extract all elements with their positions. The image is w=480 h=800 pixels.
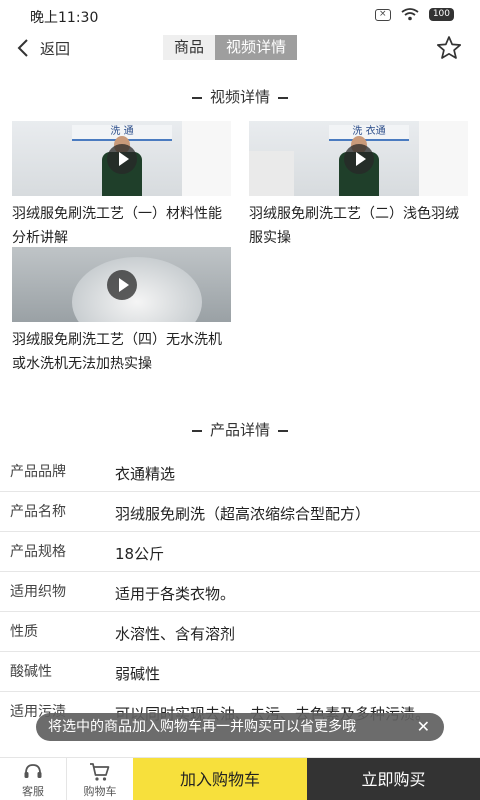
title-dash-left [191, 429, 202, 432]
shopping-cart-icon [90, 763, 110, 781]
play-icon[interactable] [343, 143, 374, 174]
thumb-shelf [419, 121, 468, 196]
video-title[interactable]: 羽绒服免刷洗工艺（四）无水洗机或水洗机无法加热实操 [12, 328, 232, 376]
back-button[interactable]: 返回 [14, 34, 70, 62]
wifi-icon [401, 8, 419, 21]
thumb-clothes [249, 151, 294, 196]
status-icons: × 100 [374, 8, 454, 21]
battery-icon: 100 [428, 8, 454, 21]
tab-video-details[interactable]: 视频详情 [215, 35, 298, 60]
cart-label: 购物车 [83, 785, 117, 798]
video-card[interactable]: 羽绒服免刷洗工艺（四）无水洗机或水洗机无法加热实操 [12, 247, 232, 376]
nav-bar: 返回 商品 视频详情 [0, 30, 480, 66]
bottom-action-bar: 客服 购物车 加入购物车 立即购买 [0, 757, 480, 800]
tab-product[interactable]: 商品 [163, 35, 216, 60]
product-section-header: 产品详情 [0, 419, 480, 440]
spec-row: 产品规格 18公斤 [0, 532, 480, 572]
video-card[interactable]: 洗 通 羽绒服免刷洗工艺（一）材料性能分析讲解 [12, 121, 232, 250]
add-to-cart-button[interactable]: 加入购物车 [133, 758, 307, 800]
spec-key: 产品品牌 [10, 464, 66, 480]
cart-tip-toast: 将选中的商品加入购物车再一并购买可以省更多哦 ✕ [36, 713, 444, 741]
video-thumbnail[interactable]: 洗 衣通 [249, 121, 468, 196]
video-section-title: 视频详情 [209, 88, 270, 106]
notification-icon: × [374, 8, 391, 21]
play-icon[interactable] [106, 143, 137, 174]
spec-key: 产品名称 [10, 504, 66, 520]
video-thumbnail[interactable] [12, 247, 231, 322]
cart-button[interactable]: 购物车 [67, 758, 133, 800]
status-bar: 晚上11:30 × 100 [0, 0, 480, 30]
customer-service-label: 客服 [22, 785, 44, 798]
video-section-header: 视频详情 [0, 86, 480, 107]
spec-row: 产品品牌 衣通精选 [0, 452, 480, 492]
video-card[interactable]: 洗 衣通 羽绒服免刷洗工艺（二）浅色羽绒服实操 [249, 121, 469, 250]
toast-text: 将选中的商品加入购物车再一并购买可以省更多哦 [48, 719, 356, 735]
spec-value: 羽绒服免刷洗（超高浓缩综合型配方） [115, 505, 371, 523]
customer-service-button[interactable]: 客服 [0, 758, 66, 800]
back-label: 返回 [40, 39, 71, 58]
title-dash-right [278, 96, 288, 99]
detail-tabs: 商品 视频详情 [163, 35, 298, 60]
video-title[interactable]: 羽绒服免刷洗工艺（一）材料性能分析讲解 [12, 202, 232, 250]
chevron-left-icon [17, 39, 28, 57]
spec-value: 水溶性、含有溶剂 [115, 625, 236, 643]
title-dash-right [278, 429, 288, 432]
spec-value: 衣通精选 [115, 465, 176, 483]
spec-row: 酸碱性 弱碱性 [0, 652, 480, 692]
spec-value: 弱碱性 [115, 665, 161, 683]
spec-row: 适用织物 适用于各类衣物。 [0, 572, 480, 612]
spec-value: 18公斤 [115, 545, 165, 563]
spec-row: 产品名称 羽绒服免刷洗（超高浓缩综合型配方） [0, 492, 480, 532]
favorite-star-icon[interactable] [436, 35, 462, 61]
thumb-shelf [182, 121, 231, 196]
product-spec-table: 产品品牌 衣通精选 产品名称 羽绒服免刷洗（超高浓缩综合型配方） 产品规格 18… [0, 452, 480, 750]
content-area[interactable]: 视频详情 洗 通 羽绒服免刷洗工艺（一）材料性能分析讲解 洗 衣通 羽绒服免刷洗… [0, 66, 480, 750]
headset-icon [24, 764, 42, 778]
spec-value: 适用于各类衣物。 [115, 585, 236, 603]
buy-now-button[interactable]: 立即购买 [307, 758, 480, 800]
product-section-title: 产品详情 [209, 421, 270, 439]
spec-key: 适用织物 [10, 584, 66, 600]
video-thumbnail[interactable]: 洗 通 [12, 121, 231, 196]
status-time: 晚上11:30 [30, 10, 99, 26]
spec-key: 产品规格 [10, 544, 66, 560]
play-icon[interactable] [106, 269, 137, 300]
spec-key: 性质 [10, 624, 38, 640]
video-title[interactable]: 羽绒服免刷洗工艺（二）浅色羽绒服实操 [249, 202, 469, 250]
spec-key: 酸碱性 [10, 664, 52, 680]
close-icon[interactable]: ✕ [417, 713, 430, 741]
title-dash-left [191, 96, 202, 99]
spec-row: 性质 水溶性、含有溶剂 [0, 612, 480, 652]
